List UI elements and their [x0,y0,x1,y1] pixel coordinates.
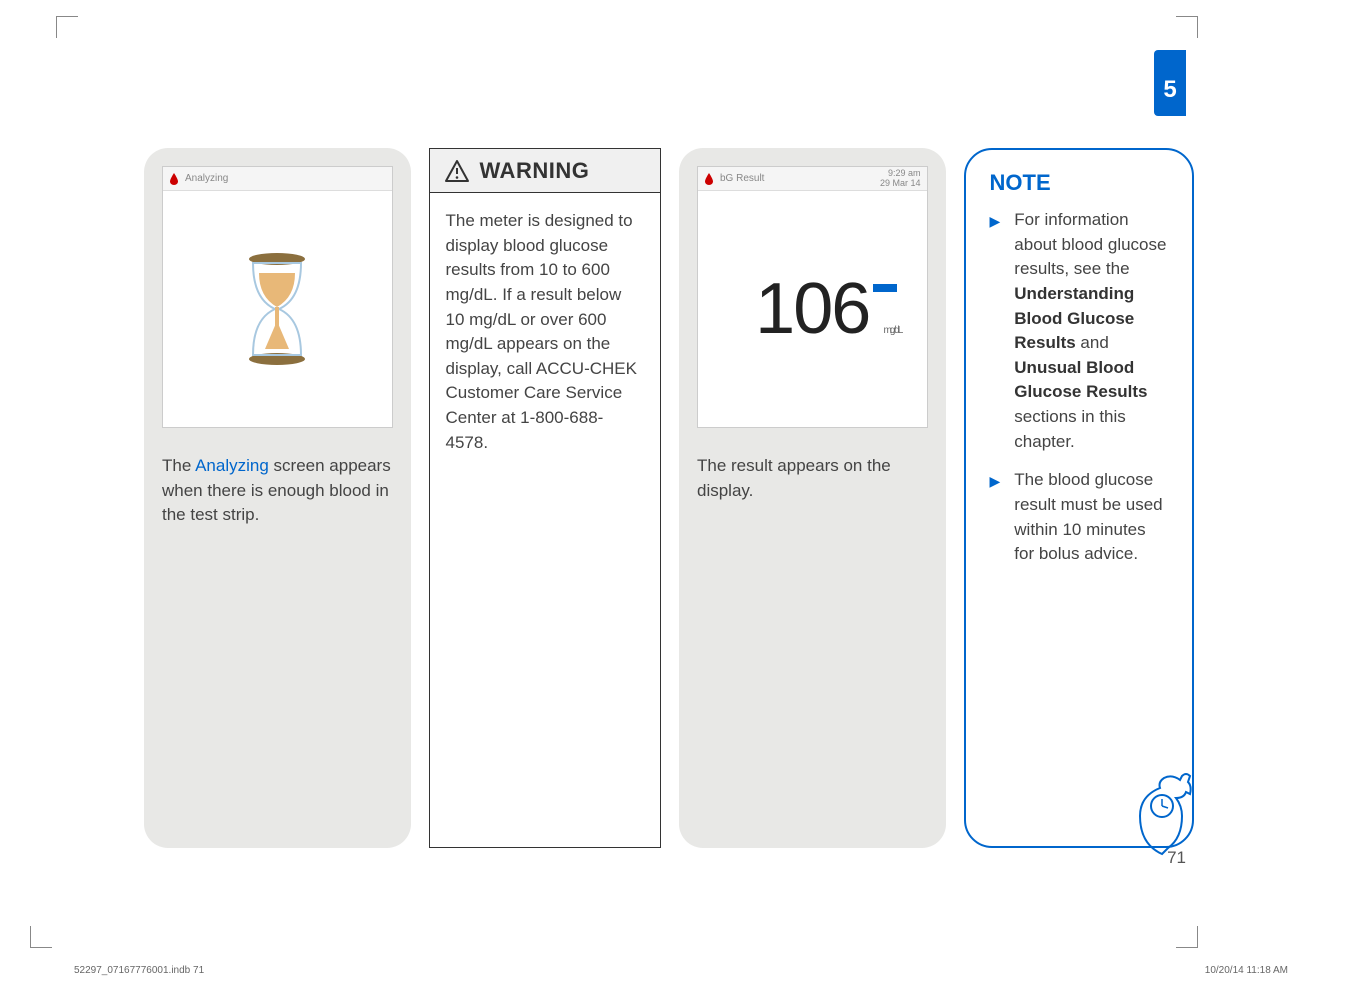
column-note: NOTE ▶ For information about blood gluco… [964,148,1195,848]
footer-file: 52297_07167776001.indb 71 [74,965,204,976]
device-header: bG Result 9:29 am 29 Mar 14 [698,167,927,191]
note-item: ▶ For information about blood glucose re… [990,208,1169,454]
device-body: 106 mg/dL [698,191,927,427]
column-analyzing: Analyzing The Analyzing screen appears w… [144,148,411,848]
crop-mark [56,16,78,38]
device-body [163,191,392,427]
warning-box: WARNING The meter is designed to display… [429,148,662,848]
device-header: Analyzing [163,167,392,191]
result-value: 106 mg/dL [755,268,869,350]
column-result: bG Result 9:29 am 29 Mar 14 106 mg/dL Th… [679,148,946,848]
blood-drop-icon [704,173,714,185]
note-list: ▶ For information about blood glucose re… [990,208,1169,567]
hourglass-icon [237,249,317,369]
device-header-datetime: 9:29 am 29 Mar 14 [880,169,921,189]
note-box: NOTE ▶ For information about blood gluco… [964,148,1195,848]
note-text: The blood glucose result must be used wi… [1014,468,1168,567]
note-text: For information about blood glucose resu… [1014,208,1168,454]
chapter-marker: 5 [1154,50,1186,116]
caption-result: The result appears on the display. [697,454,928,503]
note-item: ▶ The blood glucose result must be used … [990,468,1169,567]
bullet-icon: ▶ [990,211,1001,454]
crop-mark [30,926,52,948]
footer-timestamp: 10/20/14 11:18 AM [1205,965,1288,976]
page-content: Analyzing The Analyzing screen appears w… [144,148,1194,848]
device-header-label: Analyzing [185,173,228,184]
crop-mark [1176,16,1198,38]
bullet-icon: ▶ [990,471,1001,567]
warning-header: WARNING [430,149,661,193]
warning-title: WARNING [480,158,590,184]
device-header-label: bG Result [720,173,764,184]
caption-analyzing: The Analyzing screen appears when there … [162,454,393,528]
crop-mark [1176,926,1198,948]
note-title: NOTE [990,170,1169,196]
result-unit: mg/dL [884,325,902,336]
warning-body: The meter is designed to display blood g… [430,193,661,847]
footer: 52297_07167776001.indb 71 10/20/14 11:18… [74,965,1288,976]
page-number: 71 [1167,848,1186,868]
blood-drop-icon [169,173,179,185]
device-screen-result: bG Result 9:29 am 29 Mar 14 106 mg/dL [697,166,928,428]
device-screen-analyzing: Analyzing [162,166,393,428]
wrist-watch-icon [1132,766,1202,856]
chapter-number: 5 [1163,76,1176,104]
warning-triangle-icon [444,159,470,183]
trend-indicator-icon [873,284,897,292]
